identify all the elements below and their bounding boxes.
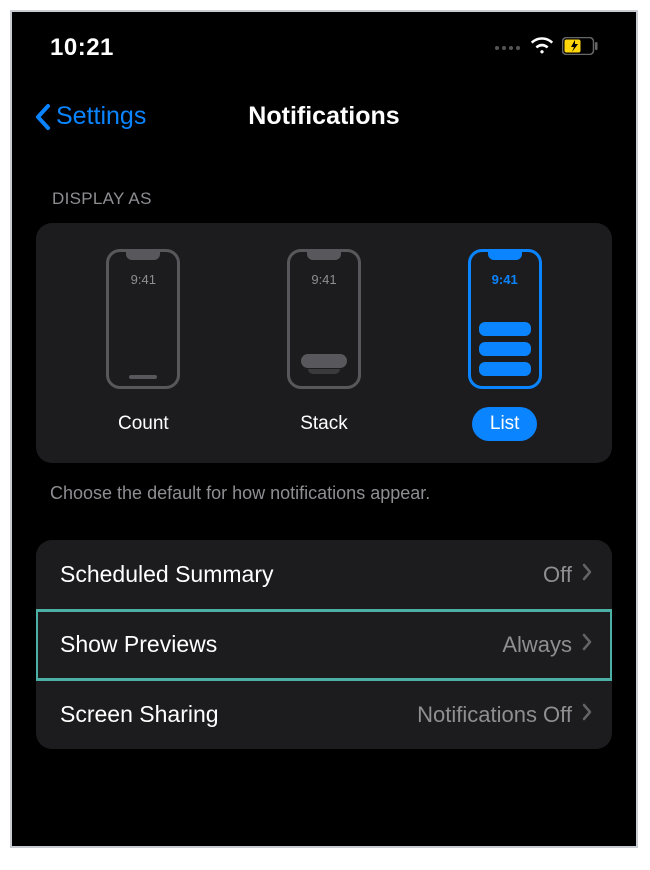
row-show-previews[interactable]: Show Previews Always — [36, 610, 612, 680]
chevron-right-icon — [582, 563, 592, 586]
phone-preview-count-icon: 9:41 — [106, 249, 180, 389]
row-label: Show Previews — [60, 631, 217, 658]
display-as-card: 9:41 Count 9:41 Stack 9:41 — [36, 223, 612, 463]
chevron-left-icon — [34, 103, 52, 131]
display-option-label: List — [472, 407, 538, 441]
row-screen-sharing[interactable]: Screen Sharing Notifications Off — [36, 680, 612, 749]
nav-bar: Settings Notifications — [12, 72, 636, 157]
status-bar: 10:21 — [12, 12, 636, 72]
phone-preview-stack-icon: 9:41 — [287, 249, 361, 389]
section-header-display-as: DISPLAY AS — [12, 157, 636, 223]
page-title: Notifications — [248, 102, 399, 131]
display-option-stack[interactable]: 9:41 Stack — [239, 249, 410, 441]
display-option-label: Count — [100, 407, 187, 441]
row-value: Off — [543, 562, 572, 588]
section-footer-display-as: Choose the default for how notifications… — [12, 463, 636, 540]
back-label: Settings — [56, 102, 146, 131]
display-as-options: 9:41 Count 9:41 Stack 9:41 — [58, 249, 590, 441]
settings-list: Scheduled Summary Off Show Previews Alwa… — [36, 540, 612, 749]
status-icons — [495, 36, 598, 61]
display-option-list[interactable]: 9:41 List — [419, 249, 590, 441]
display-option-label: Stack — [282, 407, 366, 441]
chevron-right-icon — [582, 633, 592, 656]
row-label: Screen Sharing — [60, 701, 219, 728]
row-value: Always — [502, 632, 572, 658]
screen: 10:21 Settings Notifications — [10, 10, 638, 848]
phone-preview-list-icon: 9:41 — [468, 249, 542, 389]
back-button[interactable]: Settings — [34, 102, 146, 131]
wifi-icon — [530, 36, 554, 61]
row-label: Scheduled Summary — [60, 561, 274, 588]
row-scheduled-summary[interactable]: Scheduled Summary Off — [36, 540, 612, 610]
row-value: Notifications Off — [417, 702, 572, 728]
battery-charging-icon — [562, 37, 598, 60]
status-time: 10:21 — [50, 34, 114, 62]
display-option-count[interactable]: 9:41 Count — [58, 249, 229, 441]
chevron-right-icon — [582, 703, 592, 726]
cellular-dots-icon — [495, 46, 520, 50]
